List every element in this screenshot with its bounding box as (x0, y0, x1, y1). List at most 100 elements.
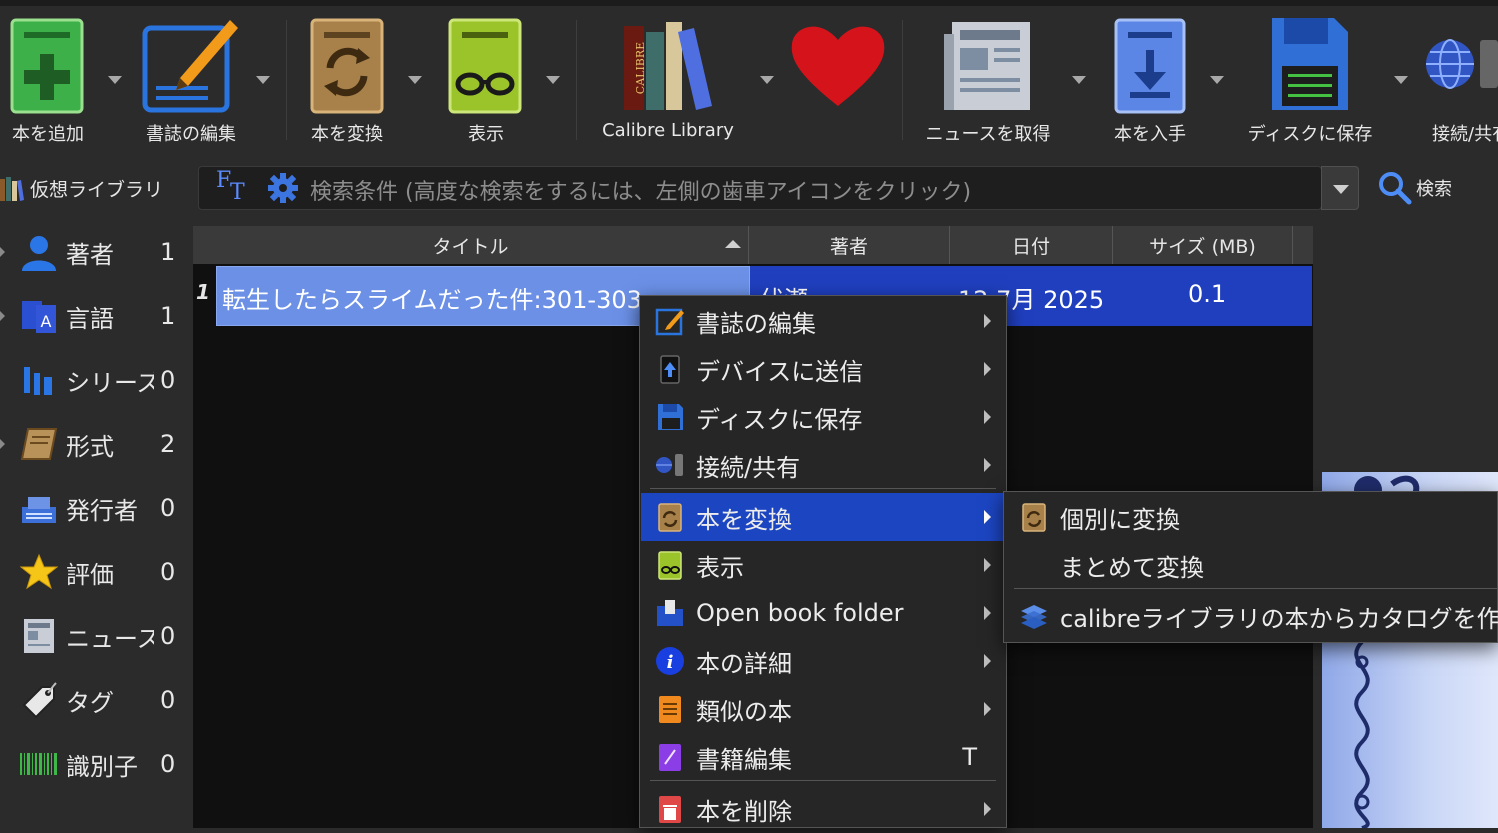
menu-item-view[interactable]: 表示 (641, 541, 1005, 589)
menu-item-label: デバイスに送信 (696, 357, 864, 386)
menu-item-open-book-folder[interactable]: Open book folder (641, 589, 1005, 637)
add-book-button[interactable]: 本を追加 (0, 14, 132, 154)
virtual-library-label: 仮想ライブラリ (30, 178, 164, 201)
submenu-arrow-icon (984, 362, 991, 376)
tag-browser-item-publishers[interactable]: 発行者 0 (0, 478, 190, 538)
donate-heart-icon[interactable] (790, 20, 886, 108)
tag-count: 0 (160, 366, 176, 394)
tag-name: 評価 (66, 560, 114, 589)
convert-icon (658, 503, 682, 532)
book-title: 転生したらスライムだった件:301-303 (222, 286, 642, 314)
edit-metadata-dropdown-arrow[interactable] (256, 76, 270, 84)
tag-browser-item-formats[interactable]: 形式 2 (0, 414, 190, 474)
toolbar-separator (902, 20, 903, 140)
view-dropdown-arrow[interactable] (546, 76, 560, 84)
column-header-date[interactable]: 日付 (950, 226, 1113, 264)
tag-count: 1 (160, 238, 176, 266)
download-book-icon (1114, 18, 1186, 114)
series-icon (24, 367, 52, 395)
column-header-size[interactable]: サイズ (MB) (1113, 226, 1293, 264)
save-disk-icon (658, 404, 683, 430)
expand-arrow-icon[interactable] (0, 247, 5, 257)
convert-books-button[interactable]: 本を変換 (290, 14, 430, 154)
chevron-down-icon (1333, 185, 1349, 194)
submenu-item-create-catalog[interactable]: calibreライブラリの本からカタログを作成 (1005, 592, 1498, 640)
expand-arrow-icon[interactable] (0, 439, 5, 449)
menu-item-label: ディスクに保存 (696, 405, 863, 434)
menu-item-shortcut: T (962, 743, 977, 771)
menu-item-send-to-device[interactable]: デバイスに送信 (641, 345, 1005, 393)
search-history-dropdown[interactable] (1321, 166, 1359, 210)
column-header-title[interactable]: タイトル (193, 226, 749, 264)
person-icon (22, 236, 56, 271)
search-button[interactable]: 検索 (1378, 170, 1452, 206)
menu-item-label: 書籍編集 (696, 745, 792, 774)
menu-item-remove-books[interactable]: 本を削除 (641, 785, 1005, 833)
tag-browser-item-tags[interactable]: タグ 0 (0, 670, 190, 730)
menu-item-connect-share[interactable]: 接続/共有 (641, 441, 1005, 489)
convert-books-dropdown-arrow[interactable] (408, 76, 422, 84)
search-placeholder: 検索条件 (高度な検索をするには、左側の歯車アイコンをクリック) (310, 180, 972, 205)
svg-text:CALIBRE: CALIBRE (634, 42, 647, 94)
column-header-author[interactable]: 著者 (749, 226, 950, 264)
full-text-search-icon[interactable]: F T (216, 168, 250, 208)
edit-metadata-button[interactable]: 書誌の編集 (136, 14, 276, 154)
fetch-news-button[interactable]: ニュースを取得 (912, 14, 1092, 154)
tag-browser-item-rating[interactable]: 評価 0 (0, 542, 190, 602)
menu-item-book-details[interactable]: i 本の詳細 (641, 637, 1005, 685)
add-book-dropdown-arrow[interactable] (108, 76, 122, 84)
search-icon (1379, 172, 1412, 205)
menu-separator (650, 488, 996, 489)
send-device-icon (660, 355, 680, 384)
similar-books-icon (659, 696, 681, 723)
menu-item-label: 表示 (696, 553, 744, 582)
tag-name: 発行者 (66, 496, 138, 525)
save-to-disk-dropdown-arrow[interactable] (1394, 76, 1408, 84)
menu-item-convert-books[interactable]: 本を変換 (641, 493, 1005, 541)
tag-name: 著者 (66, 240, 114, 269)
tag-browser-item-languages[interactable]: A 言語 1 (0, 286, 190, 346)
floppy-disk-icon (1272, 18, 1348, 110)
submenu-arrow-icon (984, 410, 991, 424)
tag-browser-item-identifiers[interactable]: 識別子 0 (0, 734, 190, 794)
library-label: Calibre Library (602, 120, 734, 141)
get-books-button[interactable]: 本を入手 (1098, 14, 1228, 154)
barcode-icon (20, 753, 57, 775)
submenu-item-convert-individually[interactable]: 個別に変換 (1005, 493, 1498, 541)
fetch-news-dropdown-arrow[interactable] (1072, 76, 1086, 84)
save-to-disk-button[interactable]: ディスクに保存 (1236, 14, 1416, 154)
language-icon: A (22, 301, 56, 333)
tag-browser-item-authors[interactable]: 著者 1 (0, 222, 190, 282)
tag-browser-item-series[interactable]: シリーズ 0 (0, 350, 190, 410)
get-books-dropdown-arrow[interactable] (1210, 76, 1224, 84)
edit-metadata-icon (655, 308, 684, 336)
expand-arrow-icon[interactable] (0, 311, 5, 321)
folder-icon (657, 600, 683, 626)
add-book-label: 本を追加 (12, 124, 84, 145)
connect-share-button[interactable]: 接続/共有 (1420, 14, 1498, 154)
menu-item-similar-books[interactable]: 類似の本 (641, 685, 1005, 733)
tag-count: 0 (160, 622, 176, 650)
submenu-item-bulk-convert[interactable]: まとめて変換 (1005, 541, 1498, 589)
menu-item-label: 類似の本 (696, 697, 792, 726)
view-glasses-icon (448, 18, 522, 114)
library-button[interactable]: CALIBRE Calibre Library (586, 14, 782, 154)
tag-browser-item-news[interactable]: ニュース 0 (0, 606, 190, 666)
menu-item-edit-book[interactable]: 書籍編集 T (641, 733, 1005, 781)
advanced-search-gear-icon[interactable] (268, 173, 298, 203)
virtual-library-button[interactable]: 仮想ライブラリ (0, 170, 163, 206)
menu-item-edit-metadata[interactable]: 書誌の編集 (641, 297, 1005, 345)
tag-count: 1 (160, 302, 176, 330)
view-button[interactable]: 表示 (436, 14, 566, 154)
catalog-icon (1021, 605, 1047, 629)
submenu-arrow-icon (984, 802, 991, 816)
menu-item-save-to-disk[interactable]: ディスクに保存 (641, 393, 1005, 441)
row-number: 1 (196, 280, 210, 304)
fetch-news-label: ニュースを取得 (925, 124, 1051, 145)
submenu-item-label: 個別に変換 (1060, 505, 1180, 534)
convert-books-label: 本を変換 (311, 124, 383, 145)
edit-metadata-icon (142, 20, 238, 113)
library-dropdown-arrow[interactable] (760, 76, 774, 84)
tag-name: ニュース (66, 624, 154, 653)
tag-count: 0 (160, 750, 176, 778)
